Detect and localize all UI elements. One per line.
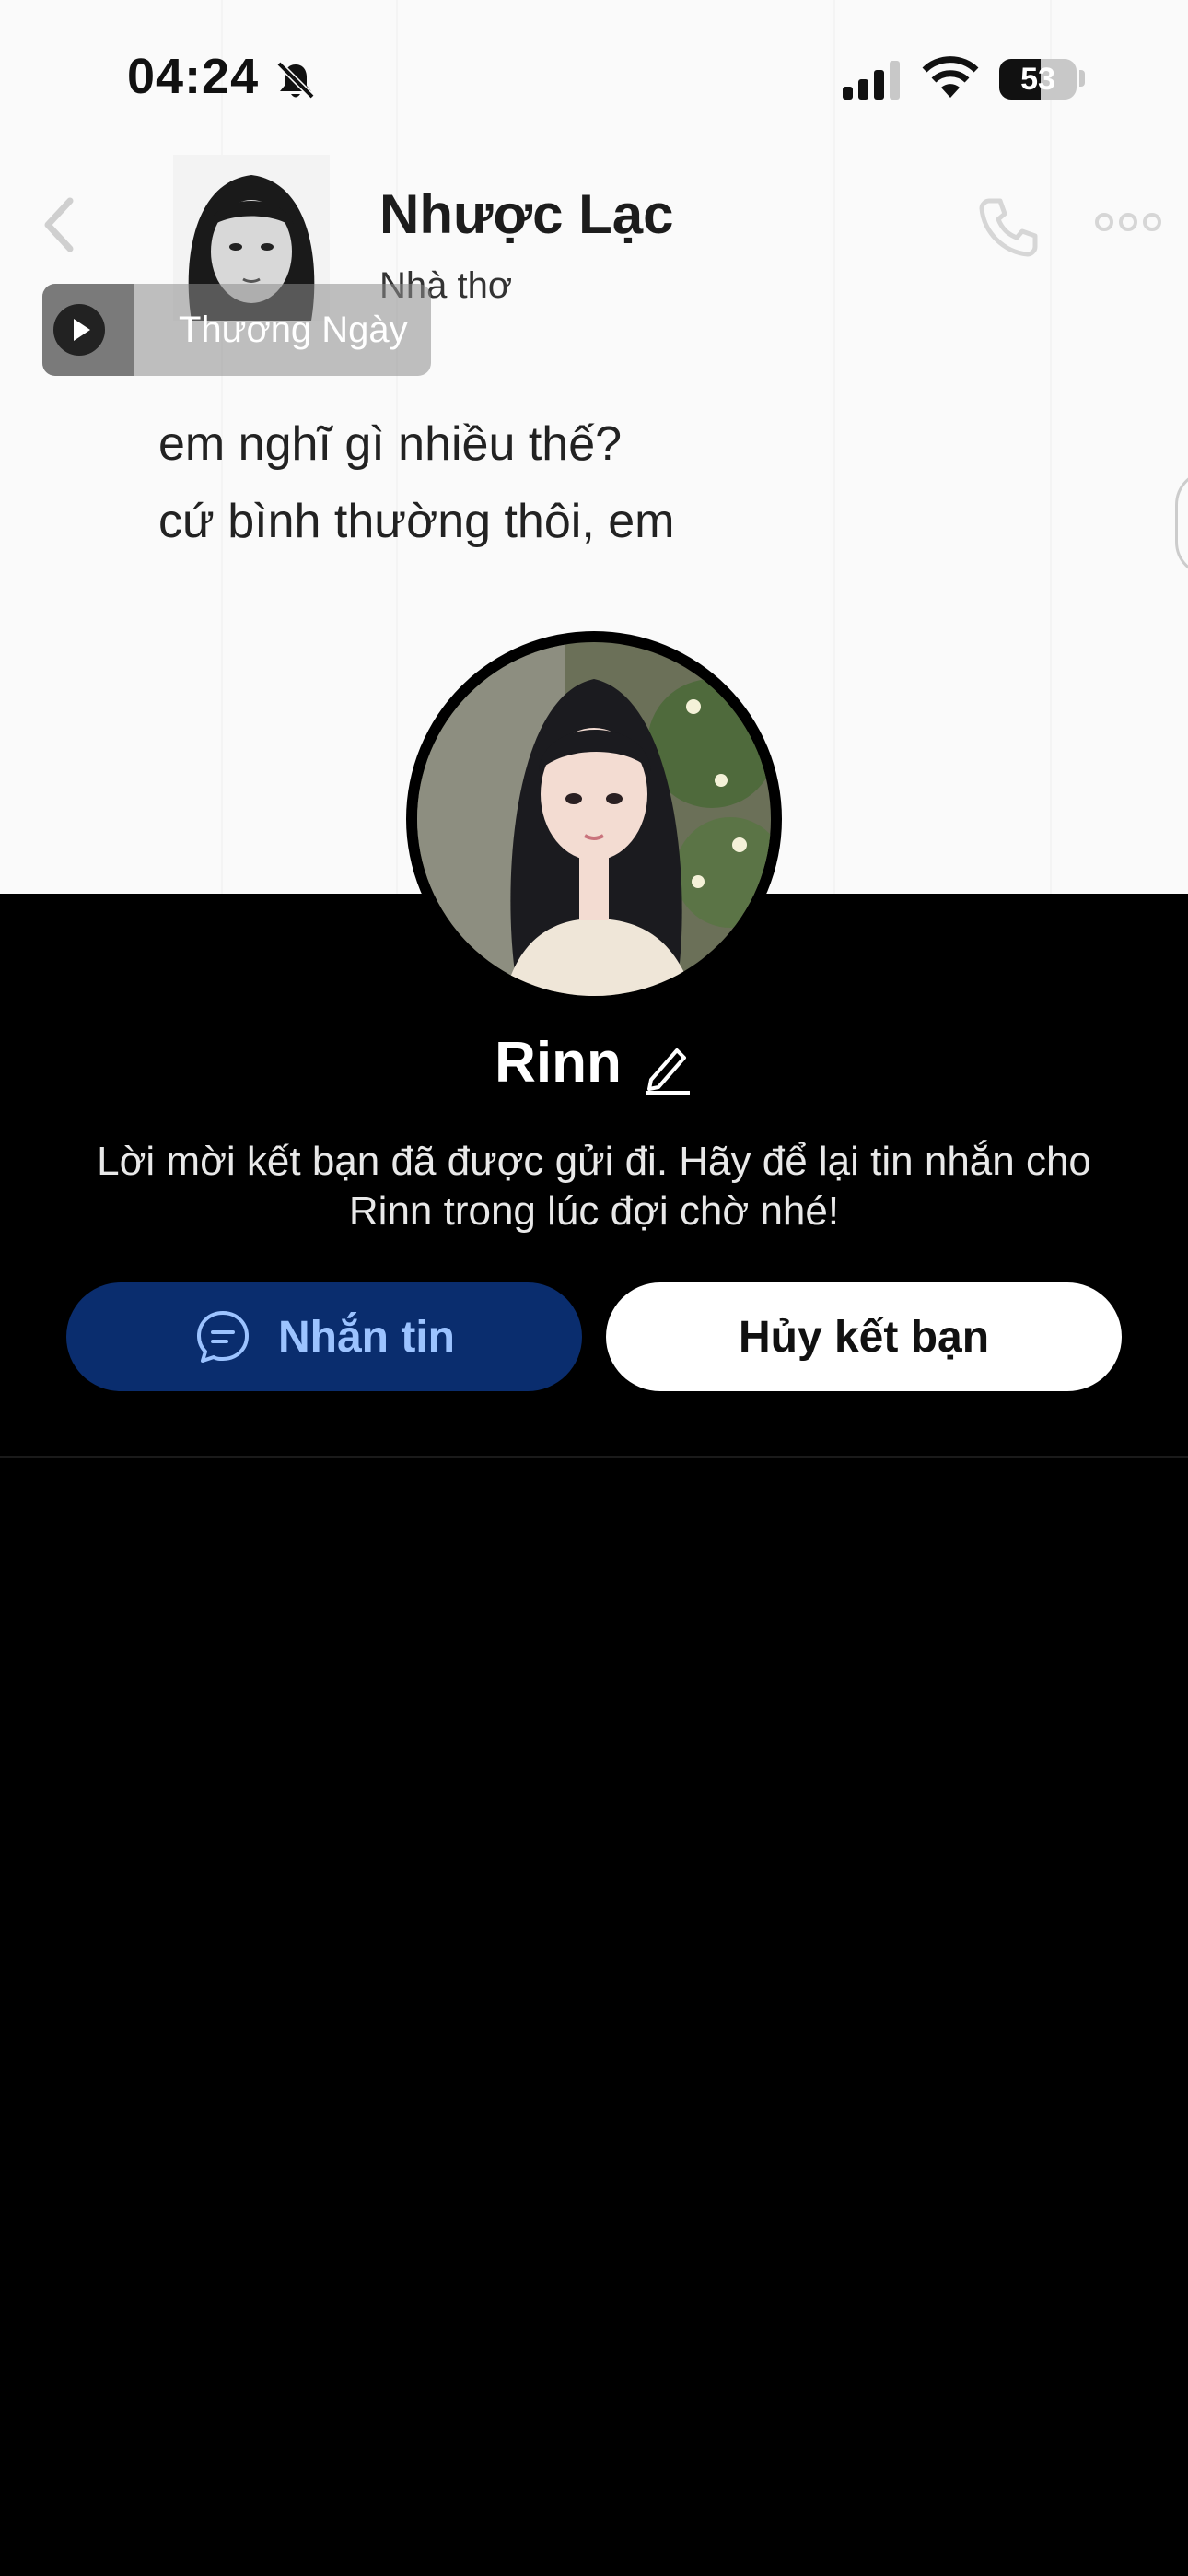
music-player-pill[interactable]: Thương Ngày <box>42 284 431 376</box>
edit-pencil-icon[interactable] <box>642 1039 693 1095</box>
signal-icon <box>843 61 900 100</box>
unfriend-button-label: Hủy kết bạn <box>738 1312 990 1362</box>
poem-line: cứ bình thường thôi, em <box>158 495 675 548</box>
battery-level: 53 <box>1020 62 1055 97</box>
more-icon[interactable] <box>1094 210 1162 234</box>
status-bar: 04:24 53 <box>0 0 1188 157</box>
message-button-label: Nhắn tin <box>278 1312 455 1362</box>
avatar[interactable] <box>406 631 782 1007</box>
battery-tip <box>1079 70 1085 87</box>
message-button[interactable]: Nhắn tin <box>66 1282 582 1391</box>
side-circle-decoration <box>1175 470 1188 577</box>
play-icon <box>74 319 90 341</box>
poem-text: em nghĩ gì nhiều thế? cứ bình thường thô… <box>158 405 674 560</box>
chat-bubble-icon <box>197 1311 249 1363</box>
bell-off-icon <box>276 61 315 100</box>
poet-name: Nhược Lạc <box>379 183 674 245</box>
poem-line: em nghĩ gì nhiều thế? <box>158 417 623 471</box>
back-chevron-icon[interactable] <box>41 195 77 254</box>
battery-icon: 53 <box>999 59 1077 100</box>
song-title: Thương Ngày <box>179 310 408 350</box>
status-time: 04:24 <box>127 49 260 104</box>
wifi-icon <box>922 56 979 98</box>
phone-icon[interactable] <box>976 193 1041 258</box>
divider <box>0 1456 1188 1458</box>
profile-name-text: Rinn <box>495 1031 622 1095</box>
play-button[interactable] <box>53 304 105 356</box>
profile-name: Rinn <box>0 1030 1188 1095</box>
unfriend-button[interactable]: Hủy kết bạn <box>606 1282 1122 1391</box>
friend-request-info: Lời mời kết bạn đã được gửi đi. Hãy để l… <box>97 1139 1091 1234</box>
